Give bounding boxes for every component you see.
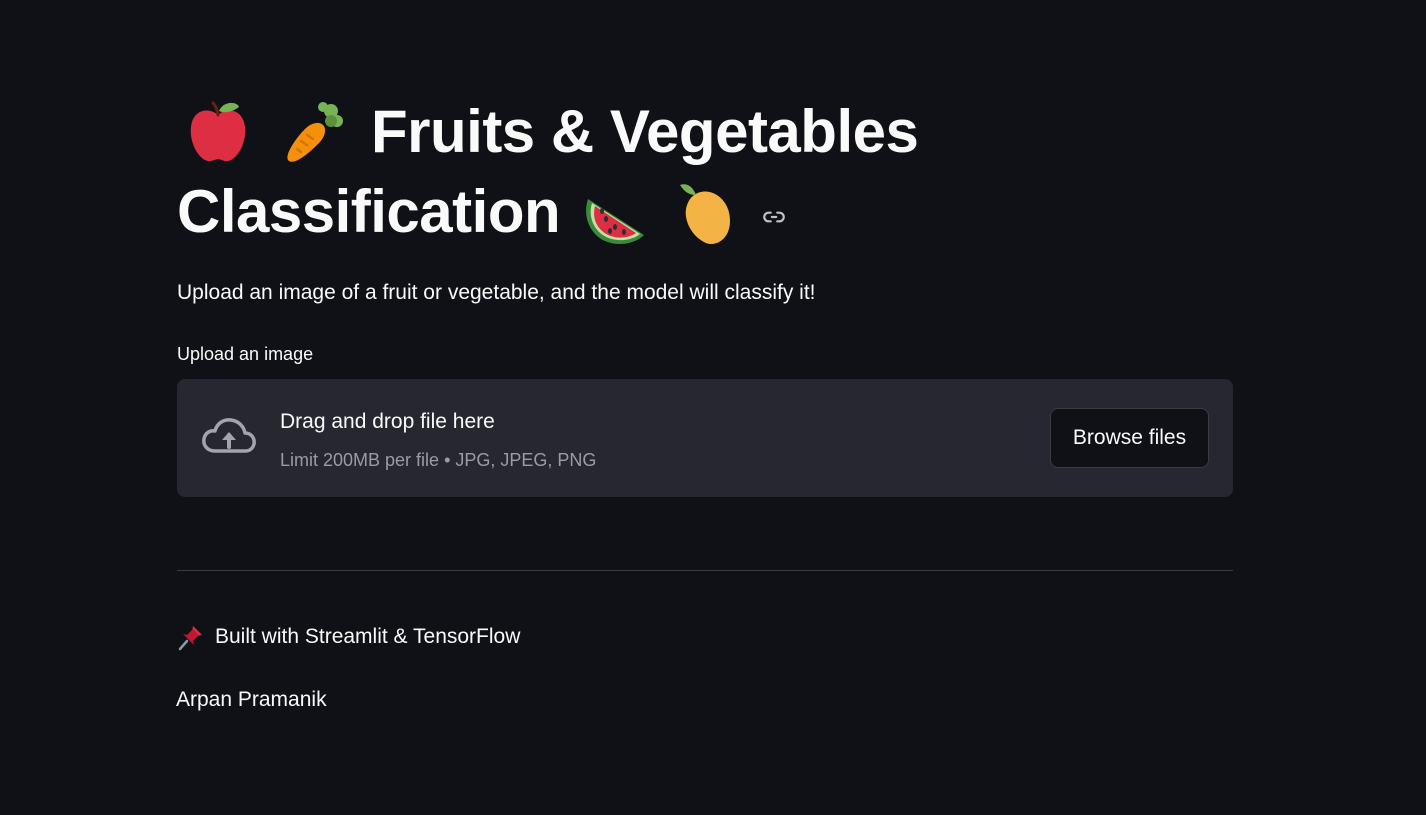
browse-files-button[interactable]: Browse files [1050, 408, 1209, 468]
title-text-line-1: Fruits & Vegetables [371, 98, 919, 165]
dropzone-title: Drag and drop file here [280, 410, 495, 433]
mango-icon [672, 177, 742, 247]
divider [177, 570, 1233, 571]
pushpin-icon [177, 623, 205, 651]
page-title: Fruits & Vegetables Classification [177, 92, 1233, 252]
built-with-note: Built with Streamlit & TensorFlow [177, 622, 520, 652]
link-icon[interactable] [760, 203, 788, 231]
upload-label: Upload an image [177, 344, 314, 364]
dropzone-limits: Limit 200MB per file • JPG, JPEG, PNG [280, 450, 597, 470]
built-with-text: Built with Streamlit & TensorFlow [215, 625, 521, 648]
carrot-icon [275, 97, 345, 167]
apple-icon [183, 97, 253, 167]
watermelon-icon [582, 177, 652, 247]
file-dropzone[interactable]: Drag and drop file here Limit 200MB per … [177, 379, 1233, 497]
app-root: Fruits & Vegetables Classification Uploa… [0, 0, 1426, 815]
author-name: Arpan Pramanik [176, 688, 327, 711]
title-line-2: Classification [177, 172, 1233, 252]
cloud-upload-icon [201, 415, 257, 459]
page-description: Upload an image of a fruit or vegetable,… [177, 281, 816, 304]
title-text-line-2: Classification [177, 178, 561, 245]
title-line-1: Fruits & Vegetables [177, 92, 1233, 172]
